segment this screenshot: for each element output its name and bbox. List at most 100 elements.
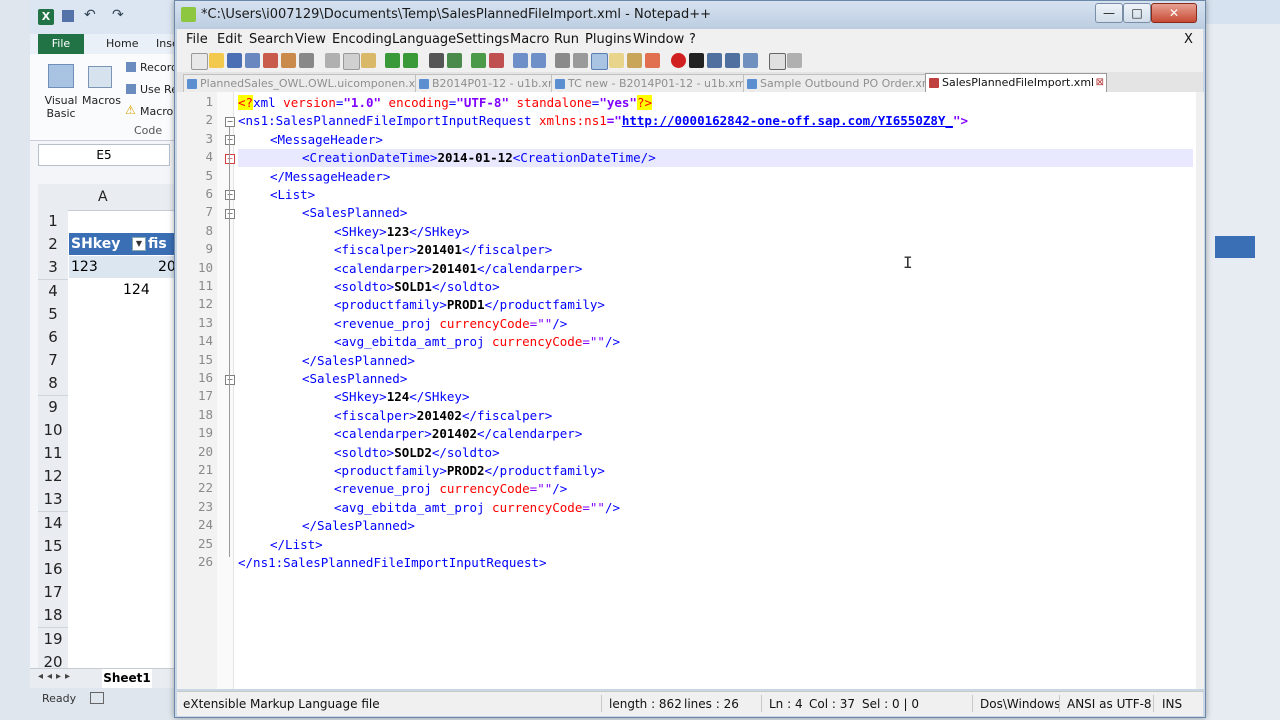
line-number[interactable]: 10 xyxy=(177,260,213,275)
visual-basic-icon[interactable] xyxy=(48,64,74,88)
doc-tab[interactable]: B2014P01-12 - u1b.xml xyxy=(415,74,565,92)
line-number[interactable]: 24 xyxy=(177,517,213,532)
doc-map-icon[interactable] xyxy=(627,53,642,68)
row-header[interactable]: 16 xyxy=(38,558,68,582)
print-icon[interactable] xyxy=(299,53,314,68)
save-icon[interactable] xyxy=(227,53,242,68)
spell-check-icon[interactable] xyxy=(769,53,786,70)
line-number[interactable]: 18 xyxy=(177,407,213,422)
line-number[interactable]: 4 xyxy=(177,149,213,164)
line-number[interactable]: 19 xyxy=(177,425,213,440)
line-number[interactable]: 15 xyxy=(177,352,213,367)
doc-tab-active[interactable]: SalesPlannedFileImport.xml ⊠ xyxy=(925,73,1107,93)
row-header[interactable]: 14 xyxy=(38,511,68,536)
line-number[interactable]: 9 xyxy=(177,241,213,256)
row-header[interactable]: 3 xyxy=(38,256,68,281)
status-encoding[interactable]: ANSI as UTF-8 xyxy=(1067,697,1152,711)
doc-tab[interactable]: TC new - B2014P01-12 - u1b.xml xyxy=(551,74,757,92)
undo-icon[interactable] xyxy=(385,53,400,68)
redo-icon[interactable] xyxy=(403,53,418,68)
menu-file[interactable]: File xyxy=(186,32,208,47)
doc-tab[interactable]: PlannedSales_OWL.OWL.uicomponen.xml xyxy=(183,74,429,92)
line-number[interactable]: 25 xyxy=(177,536,213,551)
line-number[interactable]: 13 xyxy=(177,315,213,330)
line-number[interactable]: 16 xyxy=(177,370,213,385)
stop-record-icon[interactable] xyxy=(689,53,704,68)
indent-guide-icon[interactable] xyxy=(591,53,608,70)
code-line[interactable]: <soldto>SOLD1</soldto> xyxy=(334,278,500,296)
menu-help[interactable]: ? xyxy=(689,32,696,47)
code-line[interactable]: <productfamily>PROD1</productfamily> xyxy=(334,296,605,314)
namespace-url-link[interactable]: http://0000162842-one-off.sap.com/YI6550… xyxy=(622,113,953,128)
row-header[interactable]: 5 xyxy=(38,302,68,327)
line-number[interactable]: 8 xyxy=(177,223,213,238)
menu-macro[interactable]: Macro xyxy=(510,32,549,47)
fold-toggle-icon[interactable]: − xyxy=(225,135,235,145)
line-number[interactable]: 20 xyxy=(177,444,213,459)
status-eol[interactable]: Dos\Windows xyxy=(980,697,1060,711)
code-line[interactable]: <ns1:SalesPlannedFileImportInputRequest … xyxy=(238,112,968,130)
code-line[interactable]: <SalesPlanned> xyxy=(302,370,407,388)
close-document-button[interactable]: X xyxy=(1184,32,1193,47)
row-header[interactable]: 18 xyxy=(38,604,68,629)
code-line[interactable]: </List> xyxy=(270,536,323,554)
line-number[interactable]: 6 xyxy=(177,186,213,201)
sync-vertical-icon[interactable] xyxy=(513,53,528,68)
table-row-3[interactable]: 123 20 xyxy=(69,256,180,278)
filter-dropdown-icon[interactable]: ▼ xyxy=(132,237,146,251)
tab-home[interactable]: Home xyxy=(106,37,138,50)
menu-window[interactable]: Window xyxy=(633,32,684,47)
line-number[interactable]: 2 xyxy=(177,112,213,127)
menu-search[interactable]: Search xyxy=(249,32,294,47)
row-header[interactable]: 11 xyxy=(38,442,68,466)
tab-close-icon[interactable]: ⊠ xyxy=(1096,74,1104,91)
save-icon[interactable] xyxy=(62,10,74,22)
header-cell-shkey[interactable]: SHkey ▼ xyxy=(69,233,148,255)
line-number[interactable]: 7 xyxy=(177,204,213,219)
close-file-icon[interactable] xyxy=(263,53,278,68)
code-line[interactable]: <avg_ebitda_amt_proj currencyCode=""/> xyxy=(334,499,620,517)
macro-security-label[interactable]: Macro xyxy=(140,105,173,118)
line-number[interactable]: 14 xyxy=(177,333,213,348)
line-number[interactable]: 5 xyxy=(177,168,213,183)
code-line[interactable]: <productfamily>PROD2</productfamily> xyxy=(334,462,605,480)
cut-icon[interactable] xyxy=(325,53,340,68)
code-line[interactable]: <fiscalper>201401</fiscalper> xyxy=(334,241,552,259)
line-number[interactable]: 23 xyxy=(177,499,213,514)
editor-pane[interactable]: 1 2 3 4 5 6 7 8 9 10 11 12 13 14 15 16 17 18 19 20 21 22 23 24 2… xyxy=(177,92,1196,689)
macros-label[interactable]: Macros xyxy=(82,94,121,107)
fold-toggle-icon[interactable]: − xyxy=(225,154,235,164)
new-file-icon[interactable] xyxy=(191,53,208,70)
redo-icon[interactable]: ↷ xyxy=(112,7,124,23)
code-line[interactable]: <MessageHeader> xyxy=(270,131,383,149)
line-number[interactable]: 11 xyxy=(177,278,213,293)
menu-settings[interactable]: Settings xyxy=(456,32,509,47)
maximize-button[interactable]: □ xyxy=(1123,3,1151,23)
fold-toggle-icon[interactable]: − xyxy=(225,209,235,219)
code-line[interactable]: </SalesPlanned> xyxy=(302,352,415,370)
row-header[interactable]: 17 xyxy=(38,581,68,606)
show-all-chars-icon[interactable] xyxy=(573,53,588,68)
record-macro-label[interactable]: Record xyxy=(140,61,178,74)
row-header[interactable]: 2 xyxy=(38,233,68,258)
row-header[interactable]: 9 xyxy=(38,395,68,420)
macro-record-icon[interactable] xyxy=(90,692,104,704)
code-line[interactable]: <soldto>SOLD2</soldto> xyxy=(334,444,500,462)
row-header[interactable]: 6 xyxy=(38,326,68,350)
code-line[interactable]: </SalesPlanned> xyxy=(302,517,415,535)
spell-options-icon[interactable] xyxy=(787,53,802,68)
title-bar[interactable]: *C:\Users\i007129\Documents\Temp\SalesPl… xyxy=(175,1,1205,29)
run-multiple-icon[interactable] xyxy=(725,53,740,68)
undo-icon[interactable]: ↶ xyxy=(84,7,96,23)
notepadpp-app-icon[interactable] xyxy=(181,7,196,22)
row-header[interactable]: 7 xyxy=(38,349,68,374)
copy-icon[interactable] xyxy=(343,53,360,70)
code-line[interactable]: <SHkey>124</SHkey> xyxy=(334,388,469,406)
line-number[interactable]: 3 xyxy=(177,131,213,146)
open-file-icon[interactable] xyxy=(209,53,224,68)
sheet-tab-sheet1[interactable]: Sheet1 xyxy=(102,669,152,688)
find-icon[interactable] xyxy=(429,53,444,68)
code-line[interactable]: </ns1:SalesPlannedFileImportInputRequest… xyxy=(238,554,547,572)
menu-language[interactable]: Language xyxy=(392,32,456,47)
row-header[interactable]: 4 xyxy=(38,279,68,304)
